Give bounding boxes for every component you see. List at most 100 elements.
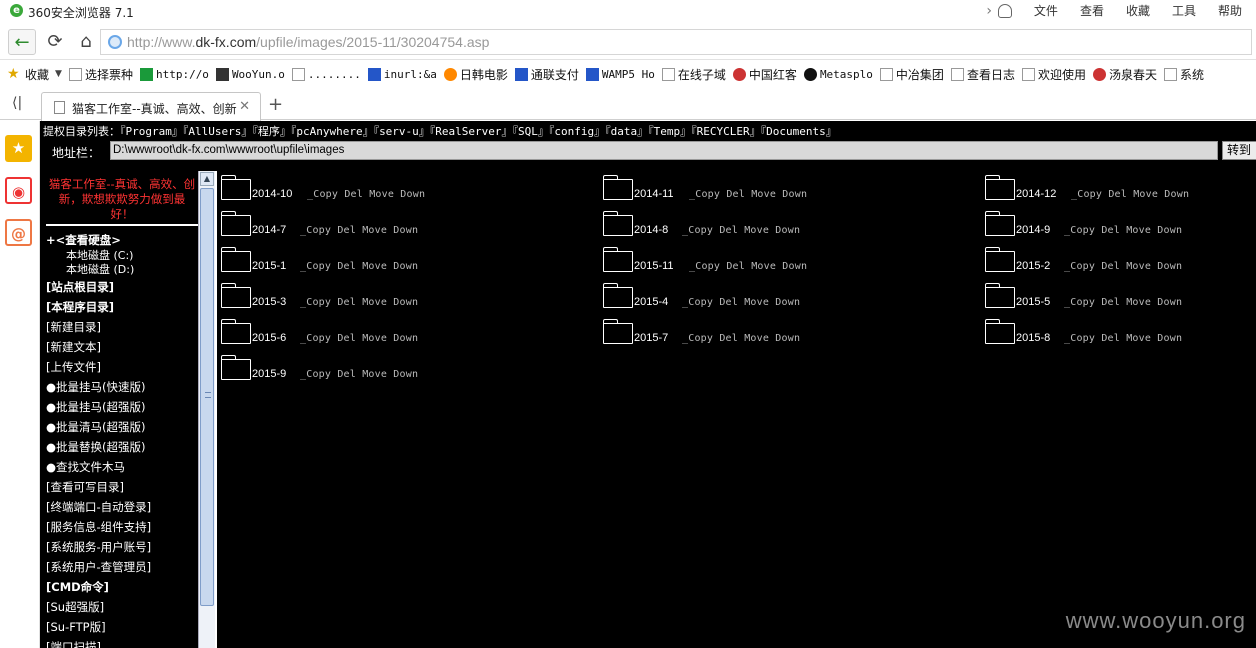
- left-panel-scrollbar[interactable]: ▲: [198, 171, 215, 648]
- tab-scroll-left-icon[interactable]: ⟨|: [12, 95, 22, 111]
- bookmark-item[interactable]: 查看日志: [950, 66, 1015, 83]
- bookmark-item[interactable]: WAMP5 Ho: [585, 67, 655, 81]
- bookmark-item[interactable]: http://o: [139, 67, 209, 81]
- shell-menu-item[interactable]: [系统服务-用户账号]: [46, 537, 198, 557]
- shell-menu-item[interactable]: [查看可写目录]: [46, 477, 198, 497]
- shell-menu-item[interactable]: [端口扫描]: [46, 637, 198, 648]
- folder-name[interactable]: 2015-3: [252, 296, 286, 308]
- shell-menu-item[interactable]: 本地磁盘 (C:): [46, 249, 198, 263]
- shell-menu-item[interactable]: ●查找文件木马: [46, 457, 198, 477]
- shell-menu-item[interactable]: [CMD命令]: [46, 577, 198, 597]
- back-button[interactable]: ←: [8, 29, 36, 55]
- folder-icon[interactable]: [221, 211, 251, 236]
- folder-name[interactable]: 2015-6: [252, 332, 286, 344]
- folder-actions[interactable]: _Copy Del Move Down: [300, 369, 418, 380]
- shell-menu-item[interactable]: ●批量清马(超强版): [46, 417, 198, 437]
- folder-name[interactable]: 2014-7: [252, 224, 286, 236]
- folder-actions[interactable]: _Copy Del Move Down: [1064, 225, 1182, 236]
- dir-list-links[interactable]: 『Program』『AllUsers』『程序』『pcAnywhere』『serv…: [120, 125, 837, 138]
- bookmark-item[interactable]: 汤泉春天: [1092, 66, 1157, 83]
- bookmark-item[interactable]: Metasplo: [803, 67, 873, 81]
- shell-menu-item[interactable]: [终端端口-自动登录]: [46, 497, 198, 517]
- bookmark-item[interactable]: 欢迎使用: [1021, 66, 1086, 83]
- folder-name[interactable]: 2015-8: [1016, 332, 1050, 344]
- folder-actions[interactable]: _Copy Del Move Down: [1064, 333, 1182, 344]
- folder-name[interactable]: 2015-7: [634, 332, 668, 344]
- shell-menu-item[interactable]: [服务信息-组件支持]: [46, 517, 198, 537]
- folder-name[interactable]: 2014-9: [1016, 224, 1050, 236]
- folder-icon[interactable]: [221, 175, 251, 200]
- folder-icon[interactable]: [603, 283, 633, 308]
- folder-name[interactable]: 2015-9: [252, 368, 286, 380]
- menu-tools[interactable]: 工具: [1172, 2, 1196, 19]
- folder-actions[interactable]: _Copy Del Move Down: [689, 189, 807, 200]
- shell-menu-item[interactable]: [上传文件]: [46, 357, 198, 377]
- folder-actions[interactable]: _Copy Del Move Down: [689, 261, 807, 272]
- folder-name[interactable]: 2015-4: [634, 296, 668, 308]
- shell-menu-item[interactable]: [本程序目录]: [46, 297, 198, 317]
- scroll-thumb[interactable]: [200, 188, 214, 606]
- shell-menu-item[interactable]: [系统用户-查管理员]: [46, 557, 198, 577]
- shell-menu-item[interactable]: [Su-FTP版]: [46, 617, 198, 637]
- bookmark-item[interactable]: 中冶集团: [879, 66, 944, 83]
- bookmark-item[interactable]: 中国红客: [732, 66, 797, 83]
- favorites-star-icon[interactable]: ★: [5, 135, 32, 162]
- folder-name[interactable]: 2014-12: [1016, 188, 1056, 200]
- folder-actions[interactable]: _Copy Del Move Down: [307, 189, 425, 200]
- shell-menu-item[interactable]: ●批量挂马(超强版): [46, 397, 198, 417]
- shell-menu-item[interactable]: 本地磁盘 (D:): [46, 263, 198, 277]
- chevron-right-icon[interactable]: ›: [986, 3, 992, 19]
- chevron-down-icon[interactable]: ▼: [55, 69, 62, 79]
- go-button[interactable]: 转到: [1222, 141, 1256, 160]
- bookmark-item[interactable]: inurl:&a: [367, 67, 437, 81]
- menu-favorites[interactable]: 收藏: [1126, 2, 1150, 19]
- new-tab-button[interactable]: +: [268, 94, 283, 115]
- folder-icon[interactable]: [985, 319, 1015, 344]
- folder-name[interactable]: 2015-1: [252, 260, 286, 272]
- folder-actions[interactable]: _Copy Del Move Down: [682, 297, 800, 308]
- bookmark-item[interactable]: 系统: [1163, 66, 1204, 83]
- folder-icon[interactable]: [221, 319, 251, 344]
- folder-actions[interactable]: _Copy Del Move Down: [300, 261, 418, 272]
- path-input[interactable]: D:\wwwroot\dk-fx.com\wwwroot\upfile\imag…: [110, 141, 1218, 160]
- folder-actions[interactable]: _Copy Del Move Down: [682, 225, 800, 236]
- shell-menu-item[interactable]: [Su超强版]: [46, 597, 198, 617]
- home-button[interactable]: ⌂: [72, 29, 100, 55]
- shell-menu-item[interactable]: ●批量替换(超强版): [46, 437, 198, 457]
- menu-help[interactable]: 帮助: [1218, 2, 1242, 19]
- folder-actions[interactable]: _Copy Del Move Down: [1071, 189, 1189, 200]
- shell-menu-item[interactable]: +<查看硬盘>: [46, 231, 198, 249]
- scroll-up-icon[interactable]: ▲: [200, 172, 214, 186]
- folder-name[interactable]: 2015-11: [634, 260, 674, 272]
- shell-menu-item[interactable]: [新建目录]: [46, 317, 198, 337]
- folder-icon[interactable]: [985, 283, 1015, 308]
- bookmark-item[interactable]: ★ 收藏 ▼: [7, 66, 62, 83]
- bookmark-item[interactable]: ........: [291, 67, 361, 81]
- folder-icon[interactable]: [985, 175, 1015, 200]
- folder-icon[interactable]: [603, 247, 633, 272]
- folder-name[interactable]: 2014-11: [634, 188, 674, 200]
- folder-icon[interactable]: [221, 283, 251, 308]
- bookmark-item[interactable]: 选择票种: [68, 66, 133, 83]
- folder-actions[interactable]: _Copy Del Move Down: [300, 333, 418, 344]
- close-icon[interactable]: ✕: [239, 99, 250, 114]
- mail-icon[interactable]: @: [5, 219, 32, 246]
- folder-actions[interactable]: _Copy Del Move Down: [682, 333, 800, 344]
- bookmark-item[interactable]: 日韩电影: [443, 66, 508, 83]
- shell-menu-item[interactable]: ●批量挂马(快速版): [46, 377, 198, 397]
- shell-menu-item[interactable]: [新建文本]: [46, 337, 198, 357]
- folder-name[interactable]: 2014-10: [252, 188, 292, 200]
- folder-actions[interactable]: _Copy Del Move Down: [300, 225, 418, 236]
- folder-icon[interactable]: [985, 247, 1015, 272]
- folder-actions[interactable]: _Copy Del Move Down: [1064, 261, 1182, 272]
- folder-icon[interactable]: [603, 211, 633, 236]
- bookmark-item[interactable]: 在线子域: [661, 66, 726, 83]
- folder-name[interactable]: 2014-8: [634, 224, 668, 236]
- folder-icon[interactable]: [603, 319, 633, 344]
- folder-icon[interactable]: [221, 247, 251, 272]
- bookmark-item[interactable]: 通联支付: [514, 66, 579, 83]
- shell-menu-item[interactable]: [站点根目录]: [46, 277, 198, 297]
- folder-name[interactable]: 2015-5: [1016, 296, 1050, 308]
- reload-button[interactable]: ⟳: [41, 29, 69, 55]
- url-input[interactable]: http://www.dk-fx.com/upfile/images/2015-…: [100, 29, 1252, 55]
